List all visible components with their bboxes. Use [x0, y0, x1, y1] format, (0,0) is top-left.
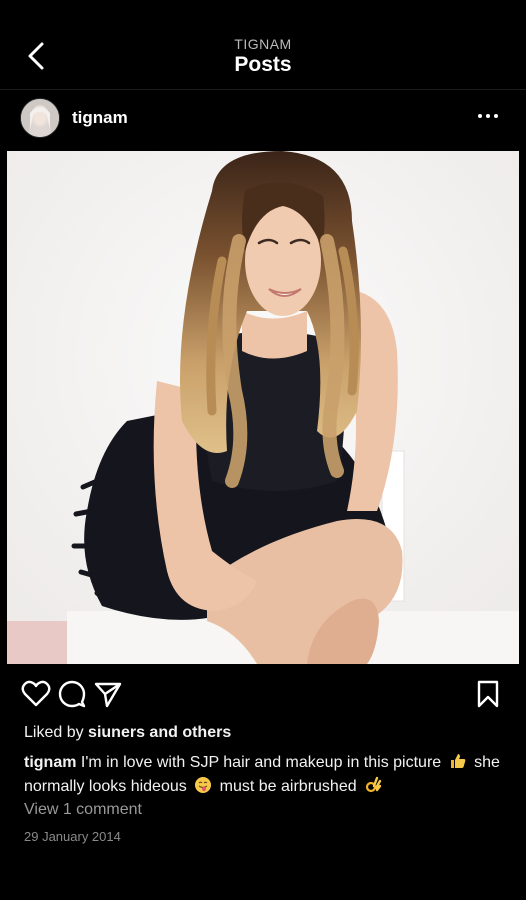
post-image[interactable] — [7, 151, 519, 664]
likes-summary[interactable]: Liked by siuners and others — [24, 724, 231, 742]
post-actions — [0, 676, 526, 712]
ok-hand-emoji-icon — [365, 776, 382, 793]
page-title: Posts — [234, 53, 292, 76]
heart-icon[interactable] — [20, 678, 52, 710]
post-username[interactable]: tignam — [72, 108, 128, 128]
post-caption: tignam I'm in love with SJP hair and mak… — [24, 751, 508, 799]
view-comments-link[interactable]: View 1 comment — [24, 801, 142, 819]
likes-connector: and — [149, 724, 178, 741]
more-horizontal-icon[interactable] — [474, 106, 502, 126]
likes-others[interactable]: others — [182, 724, 231, 741]
top-bar: TIGNAM Posts — [0, 0, 526, 92]
bookmark-icon[interactable] — [472, 678, 504, 710]
caption-text-1: I'm in love with SJP hair and makeup in … — [80, 754, 442, 771]
comment-bubble-icon[interactable] — [56, 678, 88, 710]
caption-text-3: must be airbrushed — [219, 778, 357, 795]
liker-username[interactable]: siuners — [88, 724, 145, 741]
post-header: tignam — [0, 96, 526, 142]
post-date: 29 January 2014 — [24, 829, 121, 844]
header-divider — [0, 89, 526, 90]
paper-plane-icon[interactable] — [92, 678, 124, 710]
account-name-heading: TIGNAM — [234, 36, 292, 52]
tongue-out-face-emoji-icon — [195, 777, 212, 793]
avatar[interactable] — [20, 98, 60, 138]
likes-prefix: Liked by — [24, 724, 84, 741]
caption-username[interactable]: tignam — [24, 754, 76, 771]
thumbs-up-emoji-icon — [450, 754, 465, 768]
